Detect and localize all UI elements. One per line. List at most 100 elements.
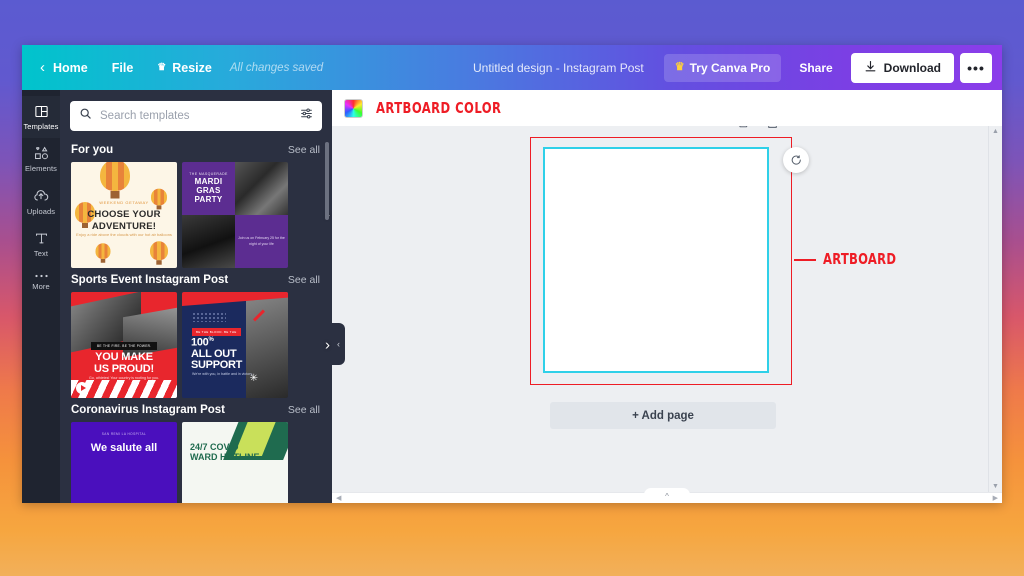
section-header-coronavirus: Coronavirus Instagram Post See all: [60, 398, 332, 422]
template-row-coronavirus: SAN REMI LA HOSPITAL We salute all 24/7 …: [60, 422, 332, 503]
template-sub: Join us on February 25 for the night of …: [238, 235, 285, 246]
section-title: Coronavirus Instagram Post: [71, 404, 226, 416]
notes-pull-handle[interactable]: ^: [644, 488, 690, 502]
canvas-horizontal-scrollbar[interactable]: ◀ ^ ▶: [332, 488, 1002, 503]
annotation-label-artboard-color: ARTBOARD COLOR: [376, 99, 502, 117]
share-button[interactable]: Share: [787, 54, 844, 82]
template-photo-tile: [235, 162, 288, 215]
rainbow-color-swatch-icon[interactable]: [344, 98, 363, 118]
cloud-upload-icon: [33, 188, 49, 204]
caret-up-icon: ^: [665, 492, 669, 501]
search-area: Search templates: [60, 90, 332, 138]
search-input[interactable]: Search templates: [70, 101, 322, 131]
save-status: All changes saved: [229, 61, 324, 74]
template-thumbnail[interactable]: 24/7 COVID WARD HOTLINE: [182, 422, 288, 503]
file-menu-button[interactable]: File: [100, 54, 146, 82]
top-toolbar-left-group: ‹ Home File ♛ Resize All changes saved: [28, 53, 323, 82]
sidebar-item-text[interactable]: Text: [22, 223, 60, 265]
download-icon: [864, 60, 877, 76]
sidebar-item-label: Templates: [23, 122, 59, 131]
duplicate-page-icon[interactable]: [736, 126, 749, 134]
elements-icon: [34, 146, 49, 161]
crown-icon: ♛: [157, 61, 167, 73]
artboard-page[interactable]: [543, 147, 769, 373]
template-headline-line3: SUPPORT: [191, 359, 243, 372]
see-all-link[interactable]: See all: [288, 144, 320, 156]
ellipsis-icon: •••: [967, 59, 985, 76]
file-label: File: [111, 60, 134, 75]
template-headline: MARDI GRAS PARTY: [194, 177, 223, 204]
download-button[interactable]: Download: [850, 52, 954, 83]
template-sub: We're with you, in battle and in victory…: [192, 372, 253, 376]
section-title: For you: [71, 144, 114, 156]
templates-panel: Search templates For you See all WEEKEND…: [60, 90, 332, 503]
template-small-top: SAN REMI LA HOSPITAL: [101, 432, 147, 436]
template-headline: We salute all: [90, 442, 158, 454]
home-button[interactable]: ‹ Home: [28, 53, 100, 82]
template-tile: THE MASQUERADE MARDI GRAS PARTY: [182, 162, 235, 215]
template-row-sports: BE THE FIRE. BE THE POWER. YOU MAKE US P…: [60, 292, 332, 398]
rotate-handle-icon[interactable]: [783, 147, 809, 173]
collapse-panel-button[interactable]: ‹: [332, 323, 345, 365]
caret-right-icon[interactable]: ▶: [993, 494, 998, 502]
sparkle-icon: ✳: [249, 373, 258, 384]
add-page-label: + Add page: [632, 409, 694, 422]
section-header-sports: Sports Event Instagram Post See all: [60, 268, 332, 292]
add-page-icon[interactable]: [766, 126, 779, 134]
template-thumbnail[interactable]: BE THE BLOOD. BE THE 100% ALL OUT SUPPOR…: [182, 292, 288, 398]
try-pro-label: Try Canva Pro: [689, 60, 771, 75]
template-headline: 24/7 COVID WARD HOTLINE: [190, 442, 260, 463]
canva-editor-window: ‹ Home File ♛ Resize All changes saved U…: [22, 45, 1002, 503]
template-headline: 100% ALL OUT SUPPORT: [191, 337, 242, 371]
canvas-stage[interactable]: ARTBOARD + Add page ▲ ▼: [332, 126, 1002, 492]
sidebar-item-templates[interactable]: Templates: [22, 96, 60, 138]
sidebar-item-label: Elements: [24, 164, 58, 173]
sidebar-item-uploads[interactable]: Uploads: [22, 180, 60, 223]
share-label: Share: [799, 60, 833, 75]
canvas-vertical-scrollbar[interactable]: ▲ ▼: [988, 126, 1002, 492]
artboard-color-annotation: ARTBOARD COLOR: [332, 90, 1002, 126]
template-photo-tile: [182, 215, 235, 268]
templates-icon: [34, 104, 49, 119]
artboard-wrapper: [543, 147, 769, 373]
section-title: Sports Event Instagram Post: [71, 274, 229, 286]
sliders-filter-icon[interactable]: [300, 107, 313, 125]
template-dot-pattern: [192, 312, 226, 322]
play-icon[interactable]: [76, 382, 88, 394]
template-row-for-you: WEEKEND GETAWAY CHOOSE YOUR ADVENTURE! E…: [60, 162, 332, 268]
template-sub: Enjoy a ride above the clouds with our h…: [76, 231, 172, 237]
more-options-button[interactable]: •••: [960, 52, 992, 83]
template-thumbnail[interactable]: THE MASQUERADE MARDI GRAS PARTY Join us …: [182, 162, 288, 268]
caret-up-icon[interactable]: ▲: [992, 128, 999, 135]
template-kicker: WEEKEND GETAWAY: [99, 200, 149, 206]
page-tools: [736, 126, 779, 134]
template-tile: Join us on February 25 for the night of …: [235, 215, 288, 268]
resize-button[interactable]: ♛ Resize: [145, 54, 224, 82]
chevron-left-icon: ‹: [337, 339, 340, 349]
template-thumbnail[interactable]: WEEKEND GETAWAY CHOOSE YOUR ADVENTURE! E…: [71, 162, 177, 268]
caret-left-icon[interactable]: ◀: [336, 494, 341, 502]
template-headline-percent: %: [208, 337, 214, 343]
see-all-link[interactable]: See all: [288, 274, 320, 286]
template-thumbnail[interactable]: BE THE FIRE. BE THE POWER. YOU MAKE US P…: [71, 292, 177, 398]
carousel-next-icon[interactable]: ›: [325, 337, 330, 354]
template-thumbnail[interactable]: SAN REMI LA HOSPITAL We salute all: [71, 422, 177, 503]
sidebar-item-label: Uploads: [26, 207, 56, 216]
panel-scrollbar[interactable]: [325, 142, 329, 220]
sidebar-item-label: Text: [33, 249, 49, 258]
document-title[interactable]: Untitled design - Instagram Post: [473, 61, 644, 75]
caret-down-icon[interactable]: ▼: [992, 483, 999, 490]
search-placeholder: Search templates: [100, 110, 190, 122]
home-label: Home: [53, 60, 88, 75]
try-canva-pro-button[interactable]: ♛ Try Canva Pro: [663, 53, 782, 82]
text-t-icon: [34, 231, 49, 246]
left-icon-rail: Templates Elements Uploads Text More: [22, 90, 60, 503]
sidebar-item-more[interactable]: More: [22, 265, 60, 298]
see-all-link[interactable]: See all: [288, 404, 320, 416]
template-small-top: THE MASQUERADE: [189, 172, 228, 177]
sidebar-item-elements[interactable]: Elements: [22, 138, 60, 180]
add-page-button[interactable]: + Add page: [550, 402, 776, 429]
canvas-column: ARTBOARD COLOR ARTBOARD + Add page ▲ ▼ ◀…: [332, 90, 1002, 503]
annotation-label-artboard: ARTBOARD: [823, 250, 897, 268]
editor-body: Templates Elements Uploads Text More Sea…: [22, 90, 1002, 503]
